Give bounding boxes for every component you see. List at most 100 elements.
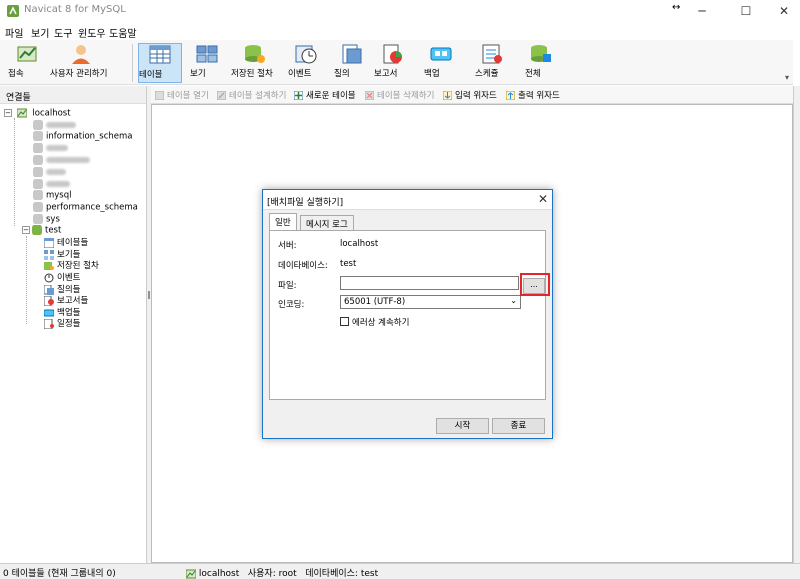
- report-button[interactable]: 보고서: [374, 43, 412, 83]
- status-bar: 0 테이블들 (현재 그룹내의 0) localhost 사용자: root 데…: [0, 563, 800, 579]
- stored-procedure-button[interactable]: 저장된 절차: [231, 43, 279, 83]
- schedule-button[interactable]: 스케쥴: [475, 43, 509, 83]
- connections-header: 연결들: [0, 86, 146, 104]
- view-button[interactable]: 보기: [190, 43, 224, 83]
- toolbar-overflow-icon[interactable]: ▾: [785, 73, 789, 82]
- event-icon: [295, 45, 317, 64]
- stored-procedure-icon: [245, 45, 265, 63]
- run-batch-file-dialog: [배치파일 실행하기] ✕ 일반 메시지 로그 서버: localhost 데이…: [262, 189, 553, 439]
- view-icon: [196, 45, 218, 63]
- tree-item-stored-procedures[interactable]: 저장된 절차: [44, 259, 99, 271]
- chevron-down-icon: ⌄: [510, 296, 517, 305]
- continue-on-error-checkbox[interactable]: [340, 317, 349, 326]
- database-value: test: [340, 259, 357, 269]
- tree-item-schedules[interactable]: 일정들: [44, 317, 80, 329]
- report-icon: [383, 44, 402, 64]
- database-icon: [33, 214, 43, 224]
- menu-window[interactable]: 윈도우: [78, 25, 106, 40]
- tree-line: [26, 236, 27, 324]
- file-label: 파일:: [278, 281, 297, 291]
- maximize-button[interactable]: ☐: [730, 0, 762, 22]
- tree-item-database[interactable]: [33, 155, 90, 167]
- toolbar-separator: [132, 44, 133, 82]
- general-tab-panel: 서버: localhost 데이타베이스: test 파일: 인코딩: 6500…: [269, 230, 546, 400]
- event-button[interactable]: 이벤트: [288, 43, 324, 83]
- status-connection: localhost: [198, 569, 240, 579]
- all-icon: [531, 45, 551, 62]
- new-table-icon: [294, 91, 303, 100]
- export-wizard-icon: [506, 91, 515, 100]
- status-table-count: 0 테이블들 (현재 그룹내의 0): [3, 569, 116, 579]
- dialog-title: [배치파일 실행하기]: [267, 198, 344, 208]
- file-path-input[interactable]: [340, 276, 519, 290]
- start-button[interactable]: 시작: [436, 418, 489, 434]
- import-wizard-button[interactable]: 입력 위자드: [443, 89, 497, 101]
- table-button[interactable]: 테이블: [138, 43, 182, 83]
- dialog-title-bar: [배치파일 실행하기] ✕: [263, 190, 552, 210]
- design-table-button[interactable]: 테이블 설계하기: [217, 89, 286, 101]
- close-button[interactable]: ✕: [768, 0, 800, 22]
- minimize-button[interactable]: ─: [686, 0, 718, 22]
- tree-item-reports[interactable]: 보고서들: [44, 294, 88, 306]
- database-icon: [33, 131, 43, 141]
- navicat-app-icon: [7, 5, 19, 17]
- collapse-icon[interactable]: −: [22, 226, 30, 234]
- new-table-button[interactable]: 새로운 테이블: [294, 89, 356, 101]
- all-button[interactable]: 전체: [525, 43, 557, 83]
- window-title: Navicat 8 for MySQL: [24, 4, 126, 15]
- database-label: 데이타베이스:: [278, 261, 328, 271]
- tree-item-events[interactable]: 이벤트: [44, 271, 80, 283]
- status-connection-info: localhost 사용자: root 데이타베이스: test: [186, 566, 378, 579]
- connect-button[interactable]: 접속: [8, 43, 46, 83]
- tree-item-database[interactable]: [33, 143, 68, 155]
- red-highlight-box: [520, 273, 550, 296]
- status-database: 데이타베이스: test: [305, 569, 379, 579]
- database-open-icon: [32, 225, 42, 235]
- design-table-icon: [217, 91, 226, 100]
- redacted-text: [46, 145, 68, 151]
- tree-item-localhost[interactable]: − localhost: [4, 108, 71, 120]
- menu-file[interactable]: 파일: [5, 25, 23, 40]
- status-user: 사용자: root: [247, 569, 297, 579]
- tab-message-log[interactable]: 메시지 로그: [300, 215, 354, 230]
- export-wizard-button[interactable]: 출력 위자드: [506, 89, 560, 101]
- collapse-icon[interactable]: −: [4, 109, 12, 117]
- redacted-text: [46, 157, 90, 163]
- redacted-text: [46, 169, 66, 175]
- tree-item-tables[interactable]: 테이블들: [44, 236, 88, 248]
- database-icon: [33, 143, 43, 153]
- encoding-select[interactable]: 65001 (UTF-8) ⌄: [340, 295, 521, 309]
- connections-panel: 연결들 − localhost information_schema mysql…: [0, 86, 147, 563]
- tree-item-information-schema[interactable]: information_schema: [33, 131, 133, 143]
- delete-table-icon: [365, 91, 374, 100]
- backup-button[interactable]: 백업: [424, 43, 458, 83]
- continue-on-error-label: 에러상 계속하기: [352, 318, 410, 328]
- open-table-icon: [155, 91, 164, 100]
- close-dialog-button[interactable]: 종료: [492, 418, 545, 434]
- tables-icon: [44, 237, 54, 248]
- server-value: localhost: [340, 239, 379, 249]
- menu-tools[interactable]: 도구: [54, 25, 72, 40]
- backup-icon: [430, 47, 452, 61]
- menu-help[interactable]: 도움말: [109, 25, 137, 40]
- user-manager-button[interactable]: 사용자 관리하기: [50, 43, 112, 83]
- connect-icon: [17, 46, 37, 62]
- database-icon: [33, 190, 43, 200]
- server-label: 서버:: [278, 241, 297, 251]
- tree-item-mysql[interactable]: mysql: [33, 190, 72, 202]
- schedule-icon: [44, 318, 54, 329]
- query-icon: [44, 284, 54, 295]
- connection-icon: [186, 569, 196, 578]
- tree-item-performance-schema[interactable]: performance_schema: [33, 202, 138, 214]
- delete-table-button[interactable]: 테이블 삭제하기: [365, 89, 434, 101]
- menu-view[interactable]: 보기: [31, 25, 49, 40]
- open-table-button[interactable]: 테이블 열기: [155, 89, 209, 101]
- import-wizard-icon: [443, 91, 452, 100]
- encoding-value: 65001 (UTF-8): [344, 297, 406, 307]
- report-icon: [44, 295, 54, 306]
- dialog-close-icon[interactable]: ✕: [538, 192, 548, 206]
- query-button[interactable]: 질의: [334, 43, 368, 83]
- database-icon: [33, 202, 43, 212]
- tree-item-database[interactable]: [33, 167, 66, 179]
- tab-general[interactable]: 일반: [269, 213, 297, 231]
